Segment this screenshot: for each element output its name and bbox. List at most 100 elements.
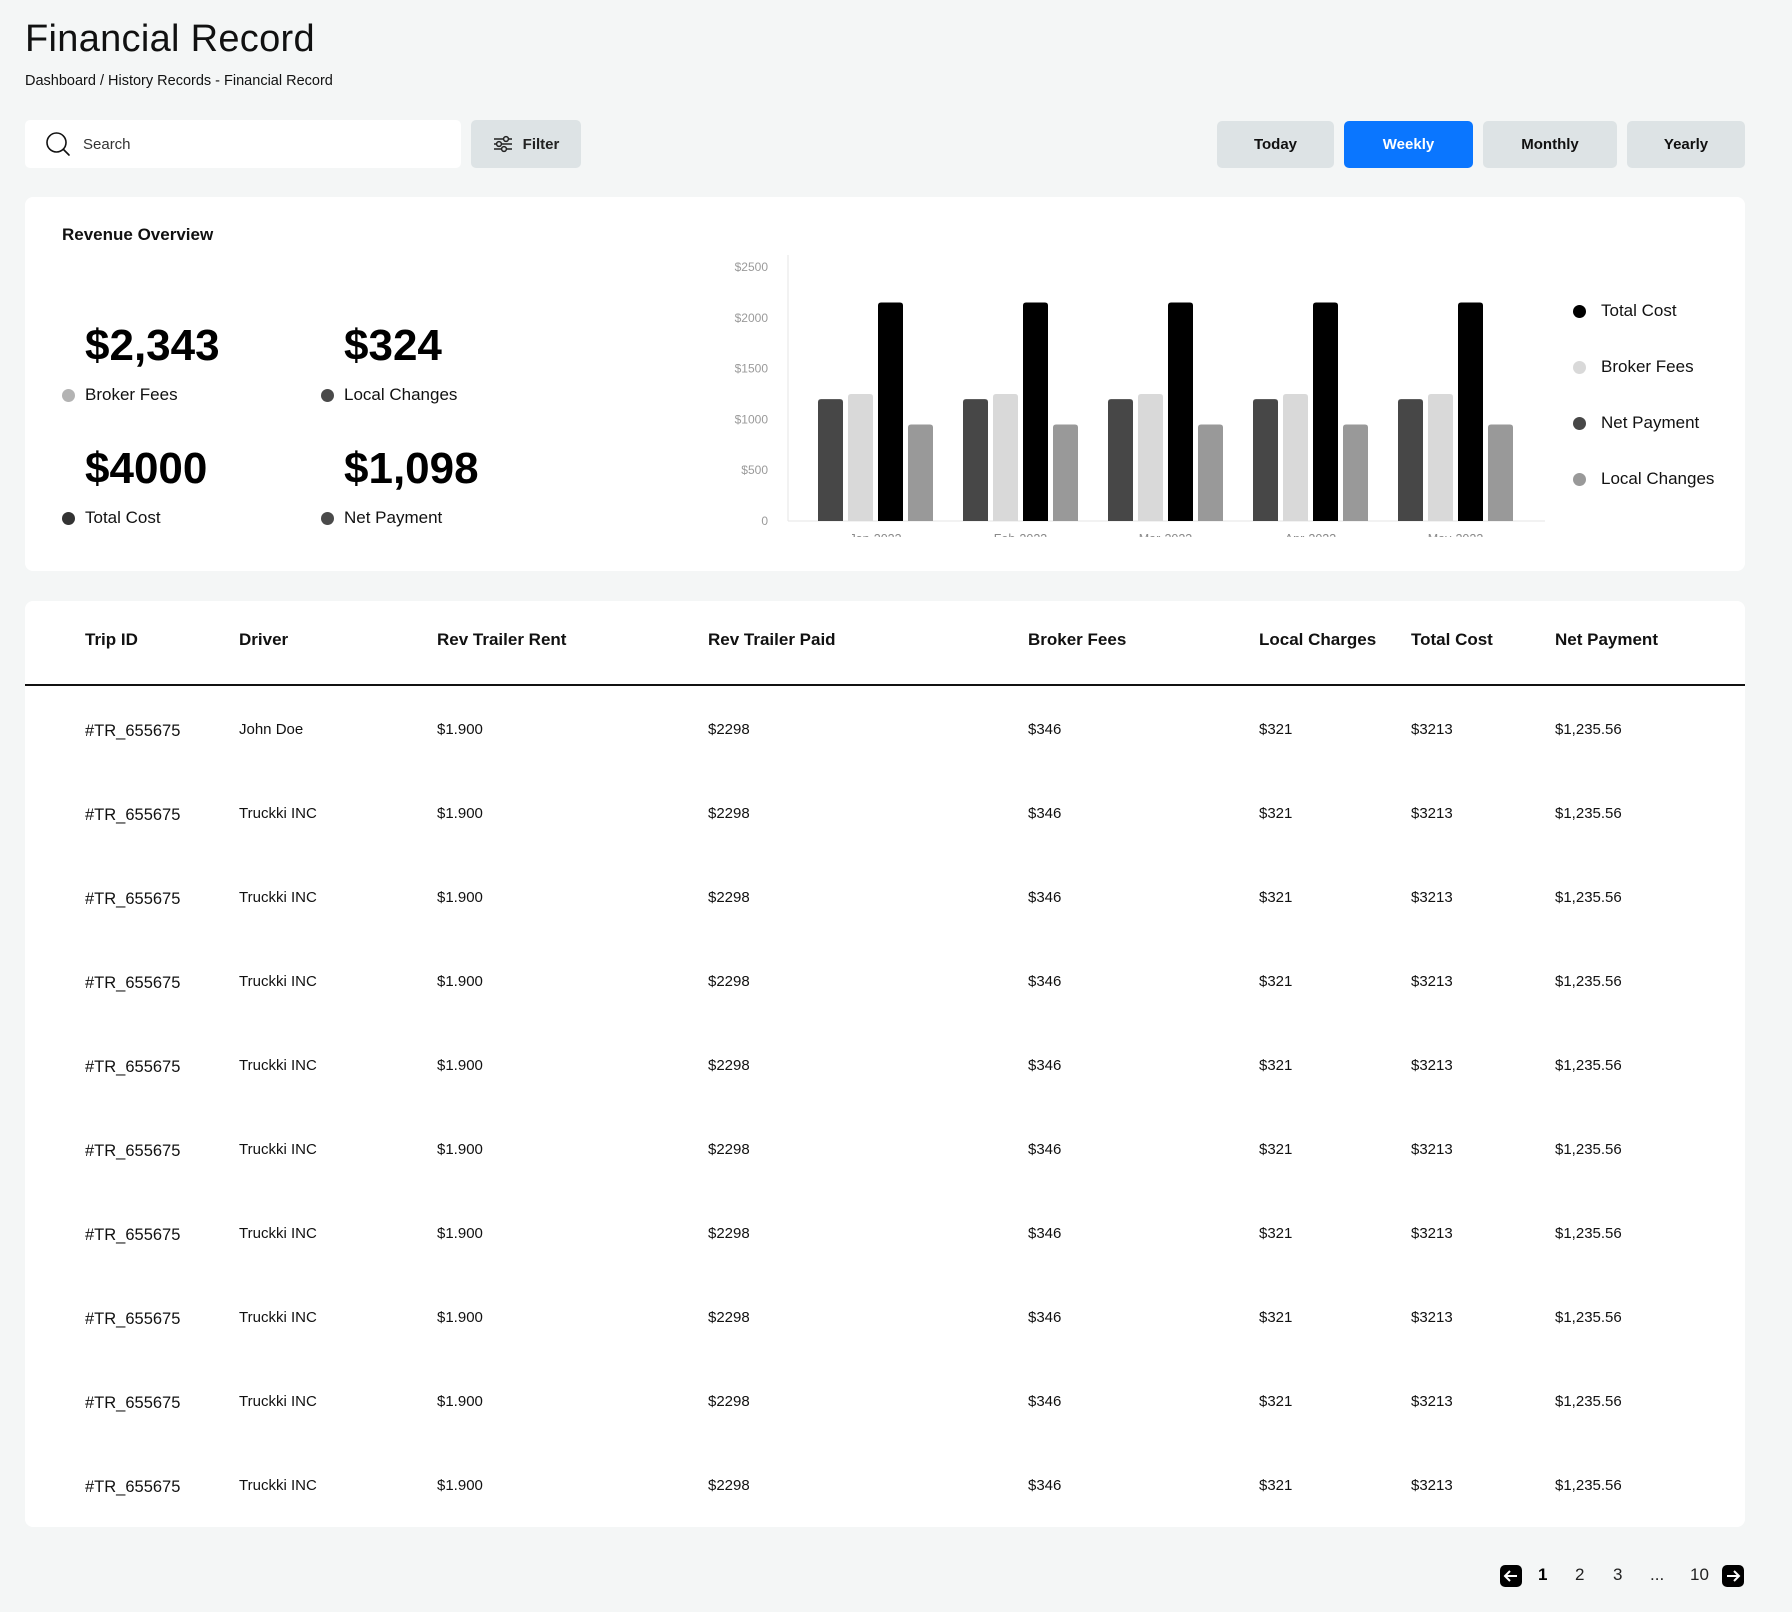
y-tick-label: $1000: [735, 412, 769, 426]
legend-item[interactable]: Broker Fees: [1573, 339, 1714, 395]
bar-total-cost[interactable]: [1313, 302, 1338, 521]
table-cell: $2298: [708, 1393, 750, 1410]
table-cell: $2298: [708, 1141, 750, 1158]
bar-broker-fees[interactable]: [993, 394, 1018, 521]
table-row[interactable]: #TR_655675 Truckki INC $1.900 $2298 $346 $321…: [25, 854, 1745, 938]
arrow-left-icon: [1503, 1570, 1517, 1582]
x-tick-label: May-2023: [1428, 532, 1484, 537]
table-cell: $1.900: [437, 1477, 483, 1494]
column-header[interactable]: Net Payment: [1555, 630, 1658, 650]
bar-net-payment[interactable]: [1108, 399, 1133, 521]
next-page-button[interactable]: [1722, 1565, 1744, 1587]
table-cell: #TR_655675: [85, 1478, 181, 1496]
period-yearly-button[interactable]: Yearly: [1627, 121, 1745, 168]
table-cell: $2298: [708, 721, 750, 738]
column-header[interactable]: Broker Fees: [1028, 630, 1126, 650]
table-cell: #TR_655675: [85, 1058, 181, 1076]
bar-local-changes[interactable]: [1488, 424, 1513, 521]
legend-label: Total Cost: [1601, 301, 1677, 320]
table-cell: $1,235.56: [1555, 1141, 1622, 1158]
table-cell: $1,235.56: [1555, 721, 1622, 738]
bar-net-payment[interactable]: [1398, 399, 1423, 521]
table-cell: $346: [1028, 1057, 1062, 1074]
legend-item[interactable]: Total Cost: [1573, 283, 1714, 339]
search-icon: [46, 132, 70, 156]
column-header[interactable]: Rev Trailer Rent: [437, 630, 566, 650]
table-cell: $1,235.56: [1555, 1477, 1622, 1494]
table-cell: $1.900: [437, 973, 483, 990]
breadcrumb[interactable]: Dashboard / History Records - Financial …: [25, 73, 333, 89]
bar-broker-fees[interactable]: [848, 394, 873, 521]
bar-total-cost[interactable]: [1023, 302, 1048, 521]
table-cell: Truckki INC: [239, 1477, 317, 1494]
table-cell: $1,235.56: [1555, 973, 1622, 990]
table-cell: $321: [1259, 973, 1293, 990]
table-cell: $346: [1028, 1225, 1062, 1242]
table-cell: $321: [1259, 721, 1293, 738]
page-number[interactable]: 3: [1613, 1565, 1622, 1585]
bar-broker-fees[interactable]: [1428, 394, 1453, 521]
search-bar[interactable]: [25, 120, 461, 168]
bar-local-changes[interactable]: [908, 424, 933, 521]
table-cell: #TR_655675: [85, 890, 181, 908]
bar-broker-fees[interactable]: [1283, 394, 1308, 521]
table-cell: #TR_655675: [85, 974, 181, 992]
table-cell: $346: [1028, 721, 1062, 738]
x-tick-label: Mar-2023: [1139, 532, 1193, 537]
table-cell: $1,235.56: [1555, 889, 1622, 906]
bar-net-payment[interactable]: [1253, 399, 1278, 521]
table-row[interactable]: #TR_655675 Truckki INC $1.900 $2298 $346 $321…: [25, 1442, 1745, 1526]
search-input[interactable]: [83, 135, 423, 153]
prev-page-button[interactable]: [1500, 1565, 1522, 1587]
page-number[interactable]: 2: [1575, 1565, 1584, 1585]
bar-net-payment[interactable]: [818, 399, 843, 521]
column-header[interactable]: Total Cost: [1411, 630, 1493, 650]
table-row[interactable]: #TR_655675 Truckki INC $1.900 $2298 $346 $321…: [25, 938, 1745, 1022]
table-row[interactable]: #TR_655675 Truckki INC $1.900 $2298 $346 $321…: [25, 770, 1745, 854]
table-row[interactable]: #TR_655675 John Doe $1.900 $2298 $346 $321 $32…: [25, 686, 1745, 770]
bar-local-changes[interactable]: [1198, 424, 1223, 521]
legend-swatch: [1573, 360, 1586, 374]
table-row[interactable]: #TR_655675 Truckki INC $1.900 $2298 $346 $321…: [25, 1106, 1745, 1190]
table-row[interactable]: #TR_655675 Truckki INC $1.900 $2298 $346 $321…: [25, 1022, 1745, 1106]
period-monthly-button[interactable]: Monthly: [1483, 121, 1617, 168]
bar-net-payment[interactable]: [963, 399, 988, 521]
page-number[interactable]: 1: [1538, 1565, 1547, 1585]
table-cell: $321: [1259, 1477, 1293, 1494]
bar-local-changes[interactable]: [1053, 424, 1078, 521]
period-weekly-button[interactable]: Weekly: [1344, 121, 1473, 168]
column-header[interactable]: Local Charges: [1259, 630, 1376, 650]
table-cell: $2298: [708, 805, 750, 822]
bar-total-cost[interactable]: [878, 302, 903, 521]
table-cell: $2298: [708, 1477, 750, 1494]
stat-label: Total Cost: [85, 508, 161, 527]
table-cell: $1.900: [437, 1393, 483, 1410]
revenue-overview-title: Revenue Overview: [62, 225, 214, 244]
table-cell: #TR_655675: [85, 1394, 181, 1412]
table-row[interactable]: #TR_655675 Truckki INC $1.900 $2298 $346 $321…: [25, 1274, 1745, 1358]
column-header[interactable]: Trip ID: [85, 630, 138, 650]
column-header[interactable]: Driver: [239, 630, 288, 650]
table-cell: $1,235.56: [1555, 1393, 1622, 1410]
table-cell: $1.900: [437, 805, 483, 822]
bar-total-cost[interactable]: [1458, 302, 1483, 521]
filter-button[interactable]: Filter: [471, 120, 581, 168]
bar-total-cost[interactable]: [1168, 302, 1193, 521]
table-cell: Truckki INC: [239, 805, 317, 822]
table-cell: Truckki INC: [239, 889, 317, 906]
table-row[interactable]: #TR_655675 Truckki INC $1.900 $2298 $346 $321…: [25, 1358, 1745, 1442]
y-tick-label: $2000: [735, 311, 769, 325]
table-cell: $3213: [1411, 721, 1453, 738]
bar-broker-fees[interactable]: [1138, 394, 1163, 521]
bar-local-changes[interactable]: [1343, 424, 1368, 521]
x-tick-label: Jan-2023: [849, 532, 901, 537]
legend-item[interactable]: Net Payment: [1573, 395, 1714, 451]
legend-item[interactable]: Local Changes: [1573, 451, 1714, 507]
period-today-button[interactable]: Today: [1217, 121, 1334, 168]
table-row[interactable]: #TR_655675 Truckki INC $1.900 $2298 $346 $321…: [25, 1190, 1745, 1274]
column-header[interactable]: Rev Trailer Paid: [708, 630, 836, 650]
table-cell: $321: [1259, 1225, 1293, 1242]
table-cell: $321: [1259, 1393, 1293, 1410]
pagination: 1 2 3... 10: [1500, 1563, 1746, 1589]
page-number[interactable]: 10: [1690, 1565, 1709, 1585]
